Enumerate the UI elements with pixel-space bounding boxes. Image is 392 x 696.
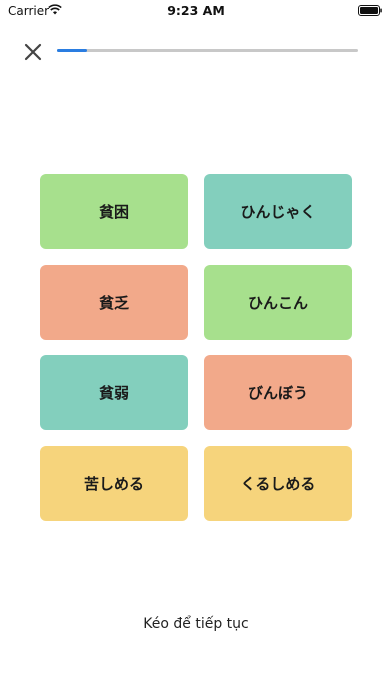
match-card[interactable]: 貧困 — [40, 174, 188, 249]
match-card[interactable]: 貧弱 — [40, 355, 188, 430]
close-button[interactable] — [20, 39, 46, 65]
match-card[interactable]: ひんじゃく — [204, 174, 352, 249]
match-card[interactable]: 貧乏 — [40, 265, 188, 340]
match-card[interactable]: くるしめる — [204, 446, 352, 521]
close-icon — [24, 43, 42, 61]
match-card[interactable]: ひんこん — [204, 265, 352, 340]
battery-icon — [358, 5, 382, 16]
status-time: 9:23 AM — [167, 3, 225, 18]
match-card[interactable]: 苦しめる — [40, 446, 188, 521]
match-card[interactable]: びんぼう — [204, 355, 352, 430]
progress-bar — [57, 49, 358, 52]
swipe-hint: Kéo để tiếp tục — [143, 616, 249, 632]
progress-fill — [57, 49, 88, 52]
status-bar: Carrier 9:23 AM — [0, 0, 392, 22]
